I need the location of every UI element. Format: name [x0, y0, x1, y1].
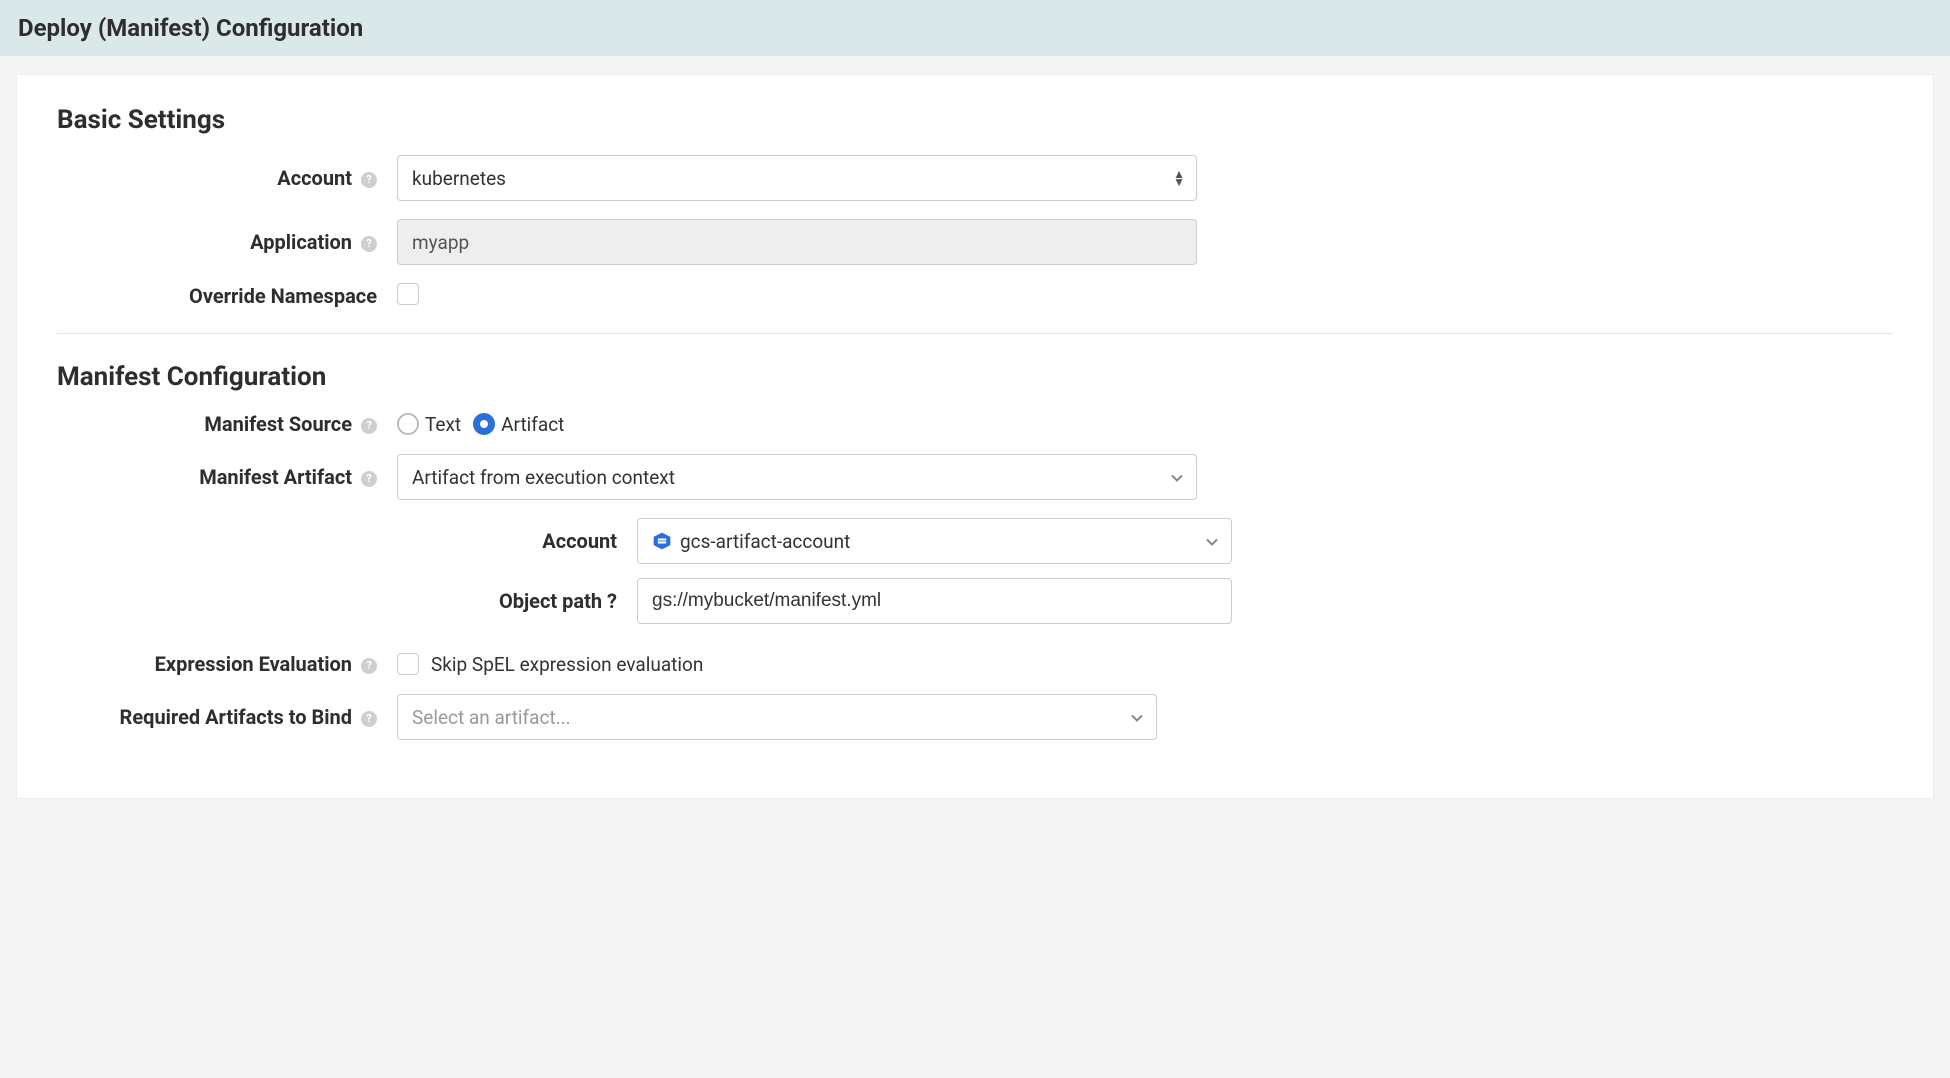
required-artifacts-select[interactable]: Select an artifact... — [397, 694, 1157, 740]
help-icon[interactable]: ? — [607, 589, 617, 613]
override-namespace-row: Override Namespace — [57, 283, 1893, 309]
required-artifacts-row: Required Artifacts to Bind ? Select an a… — [57, 694, 1893, 740]
manifest-artifact-select[interactable]: Artifact from execution context — [397, 454, 1197, 500]
manifest-config-title: Manifest Configuration — [57, 362, 1893, 392]
manifest-source-row: Manifest Source ? Text Artifact — [57, 412, 1893, 436]
manifest-artifact-row: Manifest Artifact ? Artifact from execut… — [57, 454, 1893, 500]
page-title: Deploy (Manifest) Configuration — [18, 14, 363, 42]
application-row: Application ? myapp — [57, 219, 1893, 265]
help-icon[interactable]: ? — [361, 471, 377, 487]
manifest-config-section: Manifest Configuration Manifest Source ?… — [57, 362, 1893, 740]
help-icon[interactable]: ? — [361, 236, 377, 252]
radio-text[interactable] — [397, 413, 419, 435]
account-label: Account ? — [57, 166, 397, 190]
radio-artifact[interactable] — [473, 413, 495, 435]
manifest-source-radio-group: Text Artifact — [397, 413, 1197, 436]
application-input: myapp — [397, 219, 1197, 265]
application-label: Application ? — [57, 230, 397, 254]
help-icon[interactable]: ? — [361, 658, 377, 674]
object-path-row: Object path ? — [57, 578, 1893, 624]
artifact-account-select[interactable]: gcs-artifact-account — [637, 518, 1232, 564]
skip-spel-label: Skip SpEL expression evaluation — [431, 653, 703, 676]
override-namespace-label: Override Namespace — [57, 284, 397, 308]
radio-text-label: Text — [425, 413, 461, 436]
basic-settings-section: Basic Settings Account ? kubernetes ▲▼ A… — [57, 105, 1893, 309]
section-divider — [57, 333, 1893, 334]
object-path-input[interactable] — [637, 578, 1232, 624]
basic-settings-title: Basic Settings — [57, 105, 1893, 135]
artifact-account-row: Account gcs-artifact-ac — [57, 518, 1893, 564]
required-artifacts-label: Required Artifacts to Bind ? — [57, 705, 397, 729]
account-select[interactable]: kubernetes — [397, 155, 1197, 201]
override-namespace-checkbox[interactable] — [397, 283, 419, 305]
content-panel: Basic Settings Account ? kubernetes ▲▼ A… — [16, 74, 1934, 799]
gcs-icon — [652, 531, 672, 551]
manifest-artifact-label: Manifest Artifact ? — [57, 465, 397, 489]
help-icon[interactable]: ? — [361, 172, 377, 188]
artifact-details-block: Account gcs-artifact-ac — [57, 518, 1893, 624]
artifact-account-label: Account — [57, 529, 637, 553]
help-icon[interactable]: ? — [361, 418, 377, 434]
radio-artifact-label: Artifact — [501, 413, 564, 436]
object-path-label: Object path ? — [57, 589, 637, 613]
account-row: Account ? kubernetes ▲▼ — [57, 155, 1893, 201]
page-header: Deploy (Manifest) Configuration — [0, 0, 1950, 56]
expression-eval-row: Expression Evaluation ? Skip SpEL expres… — [57, 652, 1893, 676]
manifest-source-label: Manifest Source ? — [57, 412, 397, 436]
help-icon[interactable]: ? — [361, 711, 377, 727]
expression-eval-label: Expression Evaluation ? — [57, 652, 397, 676]
skip-spel-checkbox[interactable] — [397, 653, 419, 675]
